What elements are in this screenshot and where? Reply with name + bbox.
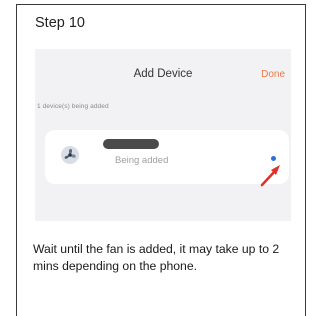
devices-being-added-label: 1 device(s) being added — [37, 103, 109, 110]
loading-dot-icon — [271, 156, 276, 161]
add-device-title: Add Device — [133, 68, 193, 80]
app-screenshot: Add Device Done 1 device(s) being added … — [35, 49, 291, 221]
step-frame: Step 10 Add Device Done 1 device(s) bein… — [16, 4, 306, 316]
step-title: Step 10 — [35, 15, 85, 31]
done-button[interactable]: Done — [261, 69, 285, 80]
red-arrow-icon — [260, 165, 280, 187]
instruction-text: Wait until the fan is added, it may take… — [33, 242, 280, 273]
device-name-redacted — [103, 139, 159, 149]
device-card[interactable]: Being added — [45, 130, 289, 187]
device-status: Being added — [115, 155, 169, 166]
fan-device-icon — [61, 146, 79, 164]
